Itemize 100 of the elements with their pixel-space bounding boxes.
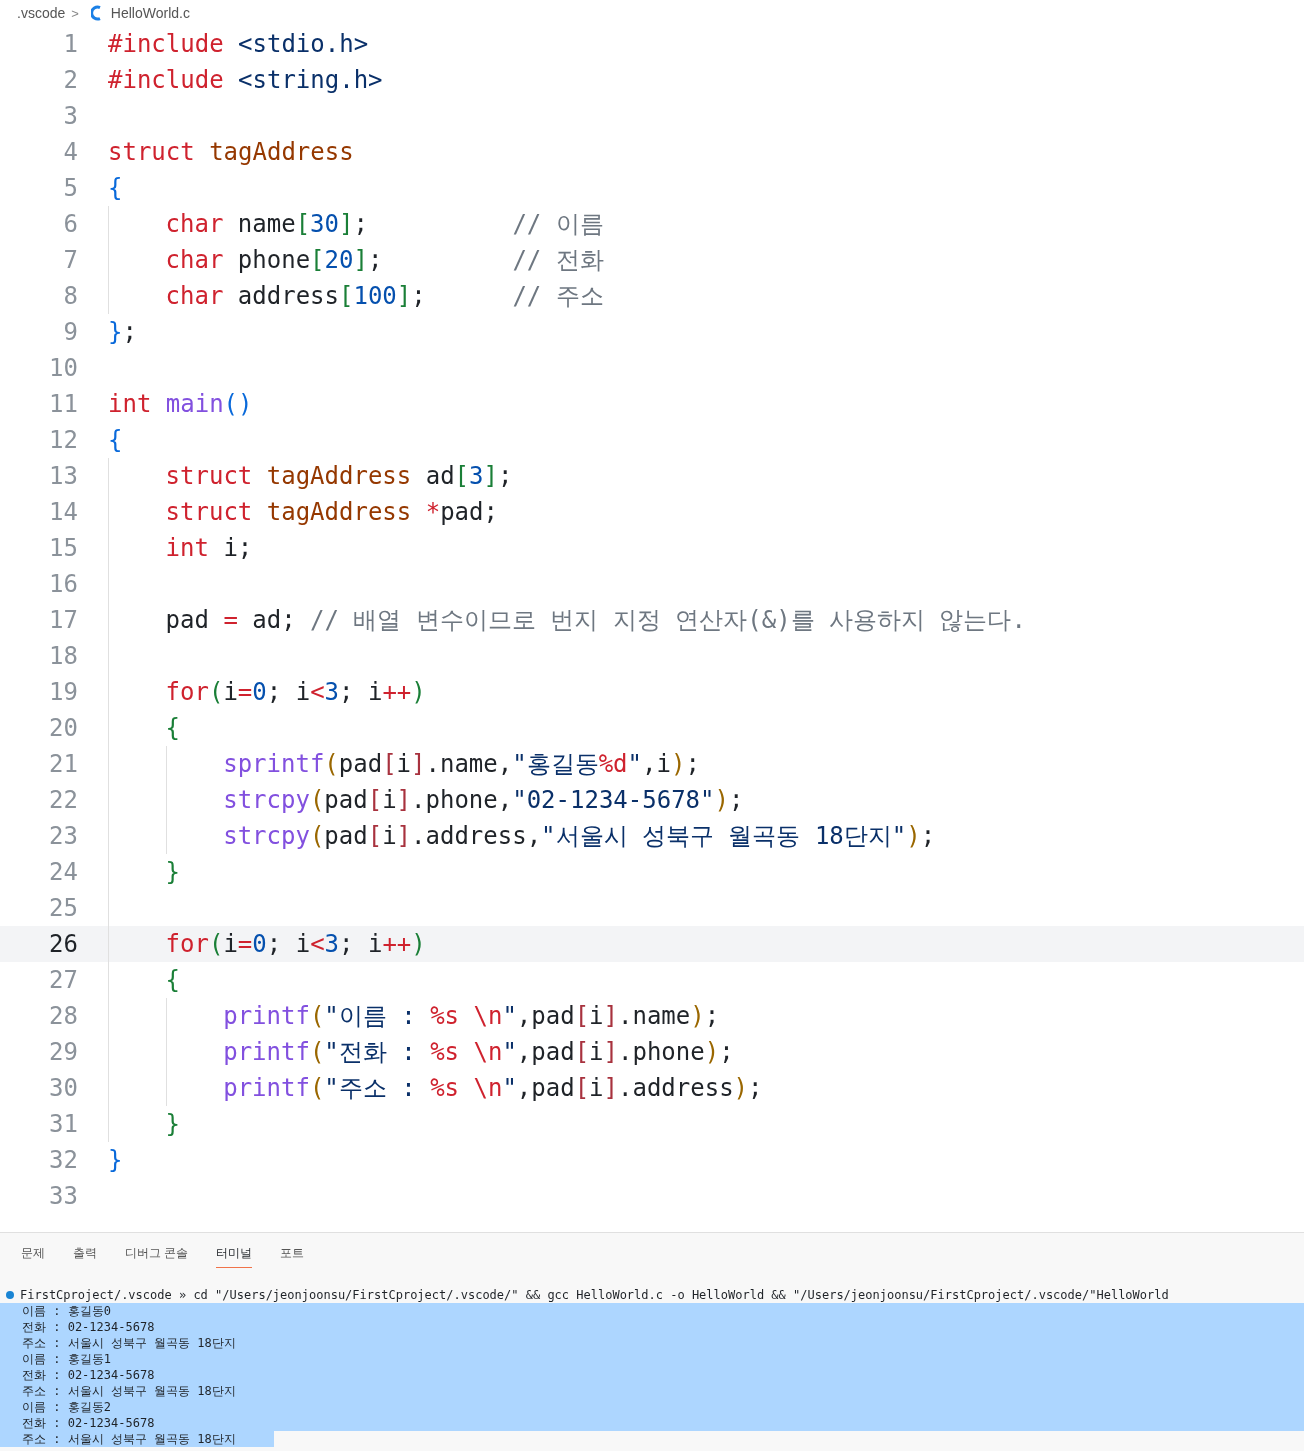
bracket: ( xyxy=(208,930,224,958)
code-comment: // 전화 xyxy=(512,245,604,276)
bracket: [ xyxy=(295,210,311,238)
bracket: ( xyxy=(324,750,339,778)
bracket: [ xyxy=(367,786,383,814)
bracket: ) xyxy=(714,786,729,814)
type-name: tagAddress xyxy=(209,138,354,166)
code-text: .phone xyxy=(618,1038,705,1066)
bracket: [ xyxy=(367,822,383,850)
bracket: ] xyxy=(396,786,412,814)
bracket: { xyxy=(165,714,181,742)
line-number: 25 xyxy=(48,894,78,922)
operator: %s xyxy=(430,1074,460,1102)
line-number: 10 xyxy=(48,354,78,382)
line-number: 26 xyxy=(48,930,78,958)
bracket: ) xyxy=(733,1074,749,1102)
code-comment: // 배열 변수이므로 번지 지정 연산자(&)를 사용하지 않는다. xyxy=(310,605,1026,636)
code-text: i xyxy=(223,678,238,706)
panel-tab[interactable]: 출력 xyxy=(73,1245,97,1267)
breadcrumb-file[interactable]: HelloWorld.c xyxy=(110,5,190,21)
line-number: 3 xyxy=(62,102,78,130)
code-text: i; xyxy=(222,534,253,562)
bracket: [ xyxy=(339,282,354,310)
bracket: } xyxy=(165,858,181,886)
code-text: i xyxy=(589,1002,604,1030)
line-number: 16 xyxy=(48,570,78,598)
code-text: ,pad xyxy=(516,1074,575,1102)
code-text: pad xyxy=(324,786,368,814)
code-text: ; xyxy=(920,822,936,850)
bracket: [ xyxy=(310,246,325,274)
line-number: 31 xyxy=(48,1110,78,1138)
bracket: ) xyxy=(411,930,426,958)
code-text: ; i xyxy=(339,930,383,958)
bracket: ( xyxy=(309,1038,325,1066)
panel-tab[interactable]: 터미널 xyxy=(216,1245,253,1268)
line-number: 1 xyxy=(62,30,78,58)
operator: %d xyxy=(598,750,628,778)
keyword: struct xyxy=(165,498,254,526)
c-file-icon xyxy=(90,5,101,21)
line-number: 30 xyxy=(48,1074,78,1102)
code-text: i xyxy=(589,1074,604,1102)
operator: = xyxy=(223,606,238,634)
bracket: [ xyxy=(382,750,397,778)
bracket: ) xyxy=(411,678,426,706)
line-number: 12 xyxy=(48,426,78,454)
keyword: int xyxy=(108,390,153,418)
bracket: ( xyxy=(208,678,224,706)
terminal-command: FirstCproject/.vscode » cd "/Users/jeonjoonsu/FirstCproject/.vscode/" && gcc HelloWorld.c -o HelloWorld && "/Users/jeonjoonsu/FirstCproject/.vscode/"HelloWorld xyxy=(20,1288,1169,1302)
code-comment: // 이름 xyxy=(512,209,604,240)
code-text: ; xyxy=(719,1038,734,1066)
breadcrumb-folder[interactable]: .vscode xyxy=(17,5,66,21)
code-text: ; xyxy=(367,246,384,274)
line-number: 18 xyxy=(48,642,78,670)
code-text: .name, xyxy=(425,750,513,778)
string-literal: "서울시 성북구 월곡동 18단지" xyxy=(541,821,907,852)
number-literal: 100 xyxy=(353,282,397,310)
bracket: ) xyxy=(704,1038,720,1066)
code-text: i xyxy=(396,750,412,778)
operator: %s xyxy=(430,1002,460,1030)
keyword: struct xyxy=(165,462,254,490)
function-name: main xyxy=(165,390,224,418)
keyword: char xyxy=(165,210,224,238)
string-literal: " xyxy=(502,1002,517,1030)
string-literal: <stdio.h> xyxy=(238,30,369,58)
code-text: i xyxy=(382,822,397,850)
keyword: #include xyxy=(108,30,225,58)
number-literal: 3 xyxy=(469,462,484,490)
line-number: 21 xyxy=(48,750,78,778)
operator: ++ xyxy=(382,930,412,958)
line-number: 15 xyxy=(48,534,78,562)
code-text: i xyxy=(589,1038,604,1066)
code-text: ; i xyxy=(266,678,311,706)
bracket: ( xyxy=(309,822,325,850)
code-text: ; xyxy=(353,210,369,238)
line-number: 28 xyxy=(48,1002,78,1030)
code-text: ad xyxy=(424,462,455,490)
bracket: ] xyxy=(339,210,354,238)
bracket: ] xyxy=(396,282,412,310)
operator: %s xyxy=(430,1038,460,1066)
code-text: ; xyxy=(685,750,700,778)
function-name: printf xyxy=(223,1074,310,1102)
breadcrumb-separator: > xyxy=(71,5,79,21)
number-literal: 3 xyxy=(324,678,340,706)
code-text: pad xyxy=(324,822,368,850)
operator: = xyxy=(237,678,253,706)
bracket: [ xyxy=(574,1038,590,1066)
function-name: sprintf xyxy=(223,750,325,778)
bracket: () xyxy=(223,390,253,418)
panel-tab[interactable]: 디버그 콘솔 xyxy=(125,1245,189,1267)
panel-tab[interactable]: 문제 xyxy=(21,1245,45,1267)
panel-tab[interactable]: 포트 xyxy=(280,1245,305,1267)
code-text: pad xyxy=(165,606,210,634)
number-literal: 20 xyxy=(324,246,354,274)
line-number: 33 xyxy=(48,1182,78,1210)
string-literal: "주소 : xyxy=(324,1073,417,1104)
bracket: } xyxy=(108,318,123,346)
type-name: tagAddress xyxy=(266,498,413,526)
line-number: 4 xyxy=(62,138,78,166)
string-literal: " xyxy=(502,1074,517,1102)
line-number: 6 xyxy=(62,210,78,238)
